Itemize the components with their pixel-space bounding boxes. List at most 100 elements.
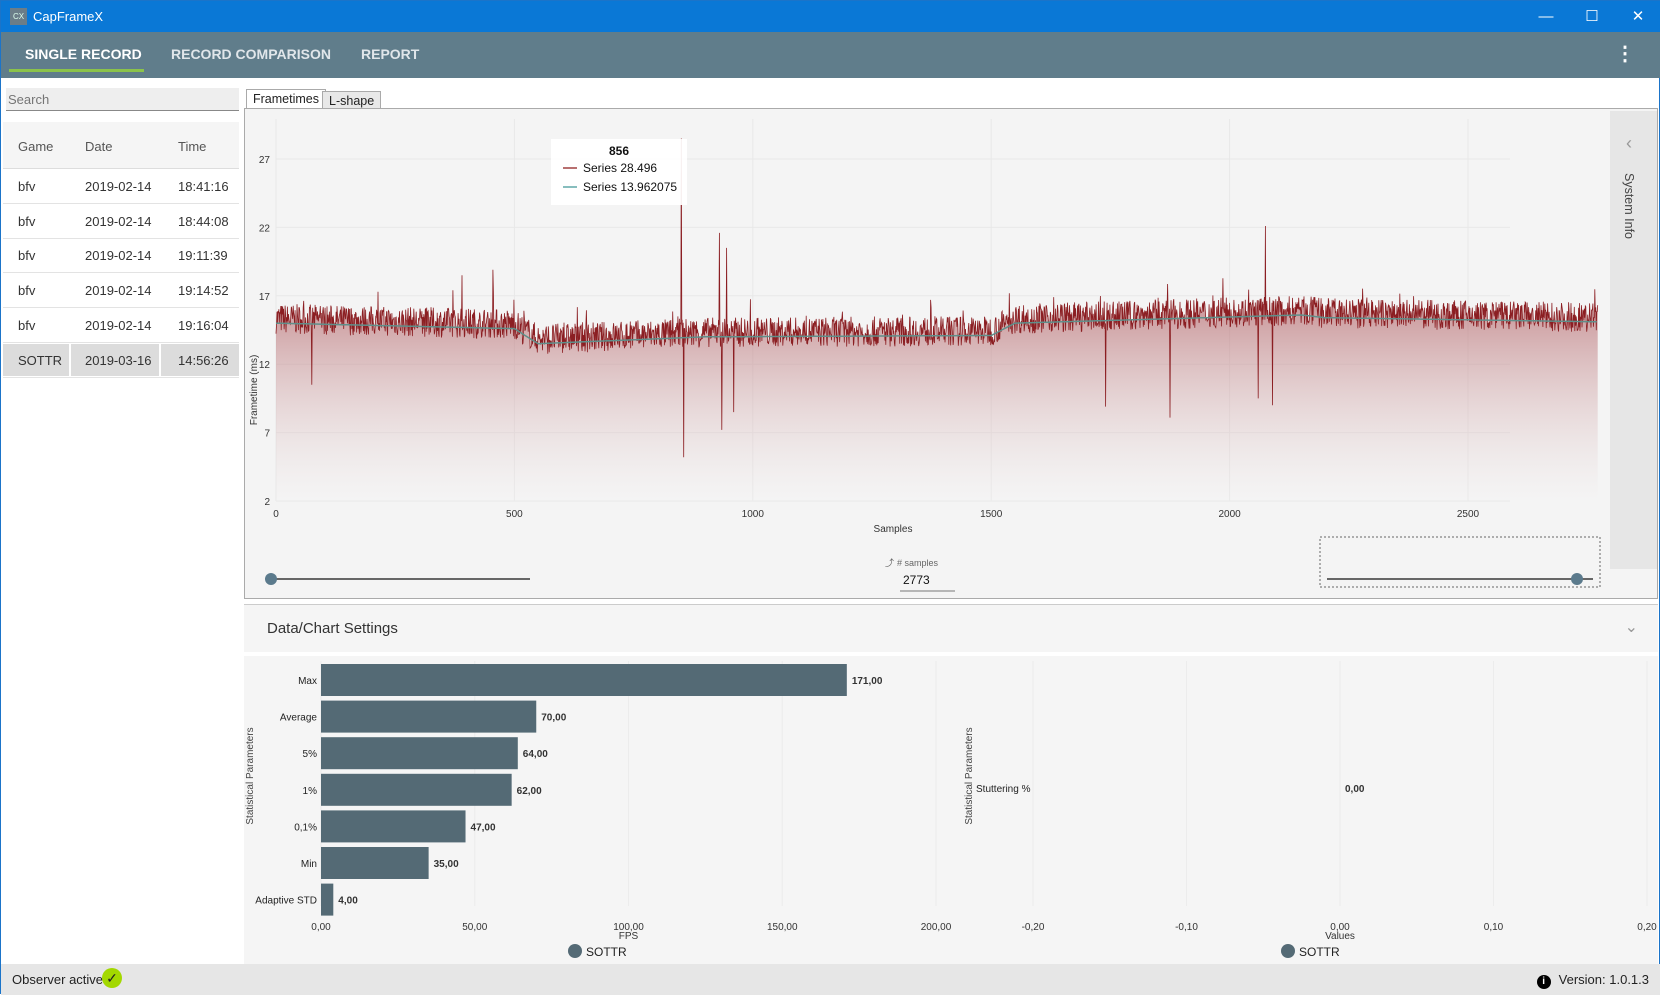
y-tick-label: 27 [259, 155, 271, 166]
time-cell: 14:56:26 [178, 352, 229, 368]
x-axis-title: Samples [874, 524, 913, 535]
stat-bar [321, 847, 429, 879]
bar-value-label: 4,00 [338, 896, 358, 907]
y-axis-title: Frametime (ms) [249, 355, 260, 426]
date-cell: 2019-02-14 [85, 317, 152, 333]
date-cell: 2019-03-16 [85, 352, 152, 368]
record-row[interactable]: bfv 2019-02-14 18:41:16 [3, 169, 239, 204]
date-cell: 2019-02-14 [85, 283, 152, 299]
date-cell: 2019-02-14 [85, 213, 152, 229]
x-tick-label: 0 [273, 509, 279, 520]
x-tick-label: 2000 [1218, 509, 1241, 520]
x-tick-label: -0,10 [1175, 922, 1198, 933]
y-tick-label: 7 [264, 429, 270, 440]
more-menu-icon[interactable]: ⋮ [1615, 44, 1635, 64]
tooltip-series-label: Series 13.962075 [583, 180, 677, 194]
bar-value-label: 0,00 [1345, 784, 1365, 795]
x-tick-label: 1000 [742, 509, 765, 520]
bar-value-label: 62,00 [517, 786, 542, 797]
window-title: CapFrameX [33, 9, 104, 24]
x-tick-label: 50,00 [462, 922, 487, 933]
stat-bar [321, 664, 847, 696]
category-label: 5% [303, 749, 318, 760]
frametime-chart[interactable]: 0 500 1000 1500 2000 25002712172227SamplesFra… [245, 109, 1610, 598]
system-info-label: System Info [1622, 173, 1636, 239]
version-label: i Version: 1.0.1.3 [1536, 972, 1649, 989]
search-input[interactable] [6, 88, 239, 111]
category-label: 0,1% [294, 822, 317, 833]
time-cell: 18:41:16 [178, 179, 229, 194]
time-cell: 19:14:52 [178, 283, 229, 299]
category-label: Adaptive STD [255, 896, 317, 907]
record-row[interactable]: bfv 2019-02-14 19:16:04 [3, 308, 239, 343]
game-cell: bfv [18, 317, 36, 333]
stat-bar [321, 810, 466, 843]
x-tick-label: 500 [506, 509, 523, 520]
record-row[interactable]: bfv 2019-02-14 18:44:08 [3, 204, 239, 239]
category-label: Max [298, 676, 317, 687]
chevron-left-icon[interactable]: ‹ [1626, 133, 1632, 154]
stat-bar [321, 737, 518, 770]
stat-bar [321, 773, 512, 806]
record-row[interactable]: SOTTR 2019-03-16 14:56:26 [3, 343, 239, 378]
close-button[interactable]: ✕ [1615, 1, 1660, 32]
x-tick-label: 0,10 [1484, 922, 1504, 933]
y-tick-label: 17 [259, 292, 271, 303]
legend-swatch [568, 944, 582, 958]
active-tab-indicator [9, 69, 144, 72]
time-cell: 18:44:08 [178, 213, 229, 229]
info-icon[interactable]: i [1536, 975, 1551, 989]
system-info-drawer[interactable]: ‹ System Info [1610, 111, 1657, 569]
x-tick-label: 150,00 [767, 922, 798, 933]
bar-value-label: 70,00 [541, 713, 566, 724]
column-header-time[interactable]: Time [178, 139, 206, 154]
bar-value-label: 35,00 [434, 859, 459, 870]
x-tick-label: 1500 [980, 509, 1003, 520]
range-start-slider-thumb[interactable] [265, 573, 277, 585]
stat-bar [321, 700, 537, 733]
legend-swatch [1281, 944, 1295, 958]
maximize-button[interactable]: ☐ [1569, 1, 1615, 32]
x-tick-label: 2500 [1457, 509, 1480, 520]
game-cell: bfv [18, 179, 36, 194]
x-axis-title: FPS [619, 931, 639, 942]
x-tick-label: 200,00 [921, 922, 952, 933]
data-chart-settings-expander[interactable]: Data/Chart Settings ⌄ [244, 604, 1658, 652]
tab-record-comparison[interactable]: RECORD COMPARISON [171, 46, 331, 62]
column-header-game[interactable]: Game [18, 139, 53, 154]
y-tick-label: 22 [259, 223, 271, 234]
category-label: Stuttering % [976, 784, 1031, 795]
game-cell: bfv [18, 248, 36, 264]
category-label: Min [301, 859, 317, 870]
y-axis-title: Statistical Parameters [245, 727, 256, 824]
tab-report[interactable]: REPORT [361, 46, 419, 62]
y-tick-label: 12 [259, 360, 271, 371]
legend-label: SOTTR [1299, 945, 1340, 959]
record-list-panel: Game Date Time bfv 2019-02-14 18:41:16 bfv 2… [1, 78, 241, 964]
record-row[interactable]: bfv 2019-02-14 19:14:52 [3, 273, 239, 309]
bar-value-label: 64,00 [523, 749, 548, 760]
main-navigation: SINGLE RECORD RECORD COMPARISON REPORT ⋮ [1, 32, 1660, 78]
app-logo-icon: CX [10, 8, 27, 25]
minimize-button[interactable]: — [1523, 1, 1569, 32]
tooltip-series-label: Series 28.496 [583, 161, 657, 175]
y-axis-title: Statistical Parameters [964, 727, 975, 824]
x-tick-label: 0,20 [1637, 922, 1657, 933]
stat-bar [321, 883, 334, 916]
x-tick-label: 0,00 [311, 922, 331, 933]
record-table-header: Game Date Time [3, 122, 239, 169]
range-end-slider-thumb[interactable] [1571, 573, 1583, 585]
chevron-down-icon[interactable]: ⌄ [1625, 617, 1638, 637]
tab-frametimes[interactable]: Frametimes [246, 89, 326, 110]
samples-label: # samples [897, 558, 939, 568]
time-cell: 19:16:04 [178, 317, 229, 333]
record-row[interactable]: bfv 2019-02-14 19:11:39 [3, 238, 239, 274]
chart-icon: ⤴ [885, 557, 894, 568]
statistics-charts: 0,00 50,00 100,00 150,00 200,00FPSStatistica… [245, 661, 1657, 959]
tab-l-shape[interactable]: L-shape [322, 91, 382, 109]
game-cell: bfv [18, 283, 36, 299]
tab-single-record[interactable]: SINGLE RECORD [25, 46, 142, 62]
status-bar: Observer active: ✓ i Version: 1.0.1.3 [1, 964, 1660, 995]
column-header-date[interactable]: Date [85, 139, 112, 154]
bar-value-label: 47,00 [471, 822, 496, 833]
